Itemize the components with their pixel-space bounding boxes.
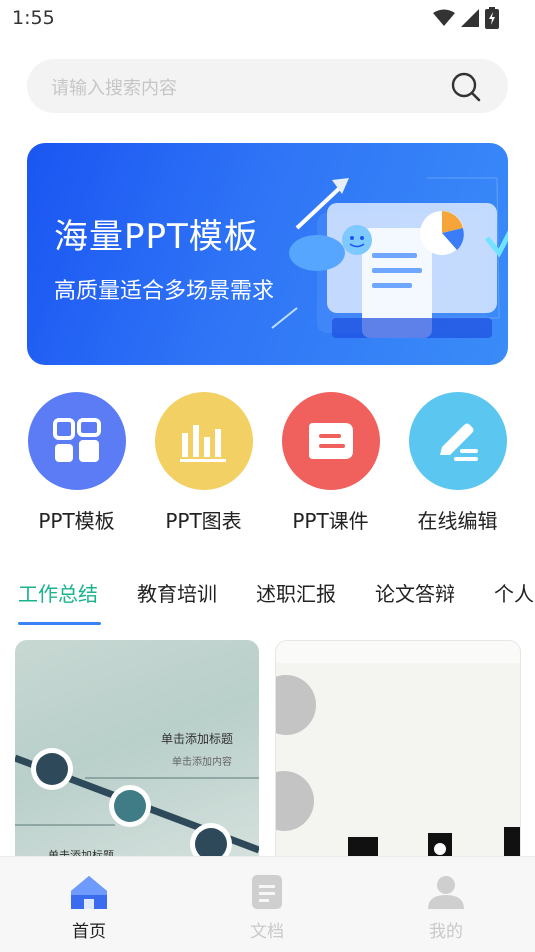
bar-chart-icon bbox=[179, 425, 226, 462]
search-input[interactable]: 请输入搜索内容 bbox=[51, 74, 177, 100]
card-thumbnail bbox=[276, 641, 520, 871]
quick-circle bbox=[408, 392, 507, 490]
quick-circle bbox=[27, 392, 126, 490]
nav-documents[interactable]: 文档 bbox=[207, 875, 327, 942]
quick-action-label: PPT图表 bbox=[165, 509, 242, 533]
battery-charging-icon bbox=[485, 7, 499, 29]
card-subtitle: 单击添加内容 bbox=[172, 757, 232, 768]
tab-personal[interactable]: 个人 bbox=[494, 578, 534, 607]
category-tabs: 工作总结 教育培训 述职汇报 论文答辩 个人 bbox=[0, 572, 535, 628]
quick-action-label: 在线编辑 bbox=[417, 509, 498, 533]
nav-profile[interactable]: 我的 bbox=[386, 875, 506, 942]
tab-education-training[interactable]: 教育培训 bbox=[137, 578, 217, 607]
home-icon bbox=[71, 876, 107, 909]
quick-action-online-edit[interactable]: 在线编辑 bbox=[394, 392, 521, 534]
quick-actions: PPT模板 PPT图表 PPT课件 在线编辑 bbox=[0, 392, 535, 537]
bottom-nav: 首页 文档 我的 bbox=[0, 856, 535, 952]
tab-job-report[interactable]: 述职汇报 bbox=[256, 578, 336, 607]
quick-action-label: PPT模板 bbox=[38, 509, 115, 533]
quick-action-ppt-courseware[interactable]: PPT课件 bbox=[267, 392, 394, 534]
quick-action-ppt-chart[interactable]: PPT图表 bbox=[140, 392, 267, 534]
card-title: 单击添加标题 bbox=[161, 732, 234, 746]
cell-signal-icon bbox=[461, 9, 479, 27]
nav-home[interactable]: 首页 bbox=[29, 875, 149, 942]
template-card[interactable]: 单击添加标题 单击添加内容 单击添加标题 bbox=[15, 640, 259, 870]
status-icons bbox=[433, 7, 499, 29]
quick-circle bbox=[154, 392, 253, 490]
status-bar: 1:55 bbox=[0, 0, 535, 38]
pen-icon bbox=[439, 423, 478, 461]
template-card[interactable] bbox=[275, 640, 521, 872]
nav-label: 我的 bbox=[429, 922, 463, 942]
document-icon bbox=[252, 875, 282, 909]
nav-label: 首页 bbox=[72, 922, 106, 942]
tab-thesis-defense[interactable]: 论文答辩 bbox=[375, 578, 455, 607]
promo-banner[interactable]: 海量PPT模板 高质量适合多场景需求 bbox=[27, 143, 508, 365]
tab-work-summary[interactable]: 工作总结 bbox=[18, 578, 98, 607]
user-icon bbox=[428, 876, 464, 909]
tab-active-indicator bbox=[18, 622, 101, 625]
banner-illustration bbox=[271, 177, 508, 338]
quick-action-label: PPT课件 bbox=[292, 509, 369, 533]
quick-action-ppt-template[interactable]: PPT模板 bbox=[13, 392, 140, 534]
banner-title: 海量PPT模板 bbox=[54, 217, 259, 257]
status-time: 1:55 bbox=[12, 7, 55, 29]
quick-circle bbox=[281, 392, 380, 490]
wifi-icon bbox=[433, 9, 455, 26]
document-icon bbox=[308, 423, 353, 459]
nav-label: 文档 bbox=[250, 922, 284, 942]
search-icon[interactable] bbox=[450, 71, 482, 103]
search-bar[interactable]: 请输入搜索内容 bbox=[27, 59, 508, 113]
grid-icon bbox=[52, 418, 101, 462]
